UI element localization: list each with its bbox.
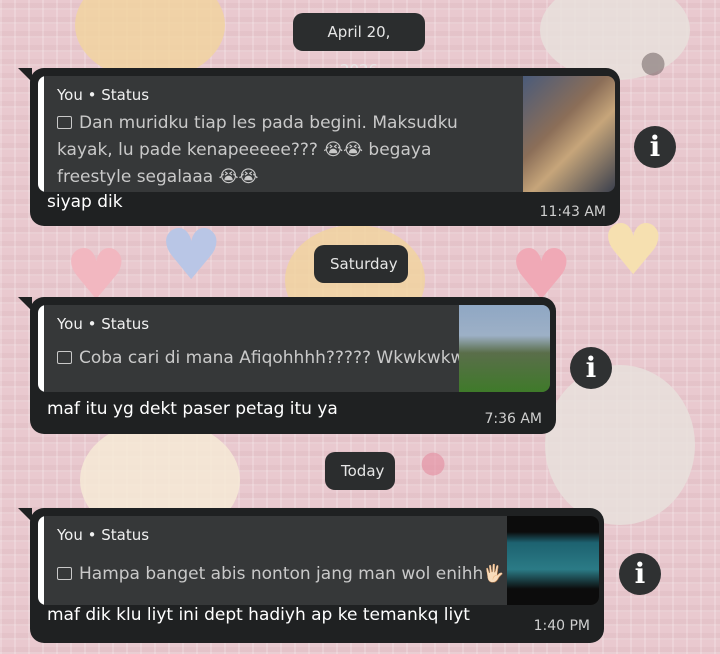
message-bubble[interactable]: You • Status Dan muridku tiap les pada b… — [18, 68, 620, 226]
quote-author: You • Status — [57, 86, 150, 104]
wallpaper-heart-yellow: ♥ — [602, 209, 665, 291]
wallpaper-heart-blue: ♥ — [160, 214, 223, 296]
bubble-tail — [18, 297, 32, 311]
message-time: 7:36 AM — [484, 411, 542, 427]
wallpaper-paw-1: ● — [640, 45, 667, 80]
status-thumbnail[interactable] — [459, 305, 550, 392]
message-bubble[interactable]: You • Status Hampa banget abis nonton ja… — [18, 508, 604, 643]
message-time: 11:43 AM — [539, 204, 606, 220]
image-icon — [57, 351, 72, 364]
quote-bar — [38, 516, 44, 605]
info-icon[interactable]: i — [634, 126, 676, 168]
info-icon[interactable]: i — [619, 553, 661, 595]
quoted-status[interactable]: You • Status Dan muridku tiap les pada b… — [38, 76, 615, 192]
info-icon[interactable]: i — [570, 347, 612, 389]
status-thumbnail[interactable] — [523, 76, 615, 192]
quote-text: Coba cari di mana Afiqohhhh????? Wkwkwkw… — [57, 345, 474, 372]
quote-author: You • Status — [57, 315, 150, 333]
message-bubble[interactable]: You • Status Coba cari di mana Afiqohhhh… — [18, 297, 556, 434]
bubble-tail — [18, 68, 32, 82]
status-thumbnail[interactable] — [507, 516, 599, 605]
quote-bar — [38, 76, 44, 192]
wallpaper-paw-2: ● — [420, 445, 447, 480]
message-text: maf itu yg dekt paser petag itu ya — [47, 399, 338, 419]
wallpaper-cat-right — [545, 365, 695, 525]
message-time: 1:40 PM — [533, 618, 590, 634]
date-chip: Today — [325, 452, 395, 490]
quote-bar — [38, 305, 44, 392]
date-chip: Saturday — [314, 245, 408, 283]
image-icon — [57, 567, 72, 580]
image-icon — [57, 116, 72, 129]
message-text: siyap dik — [47, 192, 123, 212]
quote-author: You • Status — [57, 526, 150, 544]
quote-text: Hampa banget abis nonton jang man wol en… — [57, 561, 526, 588]
date-chip: April 20, 2026 — [293, 13, 425, 79]
message-text: maf dik klu liyt ini dept hadiyh ap ke t… — [47, 605, 470, 625]
quoted-status[interactable]: You • Status Coba cari di mana Afiqohhhh… — [38, 305, 550, 392]
bubble-tail — [18, 508, 32, 522]
quoted-status[interactable]: You • Status Hampa banget abis nonton ja… — [38, 516, 599, 605]
quote-text: Dan muridku tiap les pada begini. Maksud… — [57, 113, 458, 187]
